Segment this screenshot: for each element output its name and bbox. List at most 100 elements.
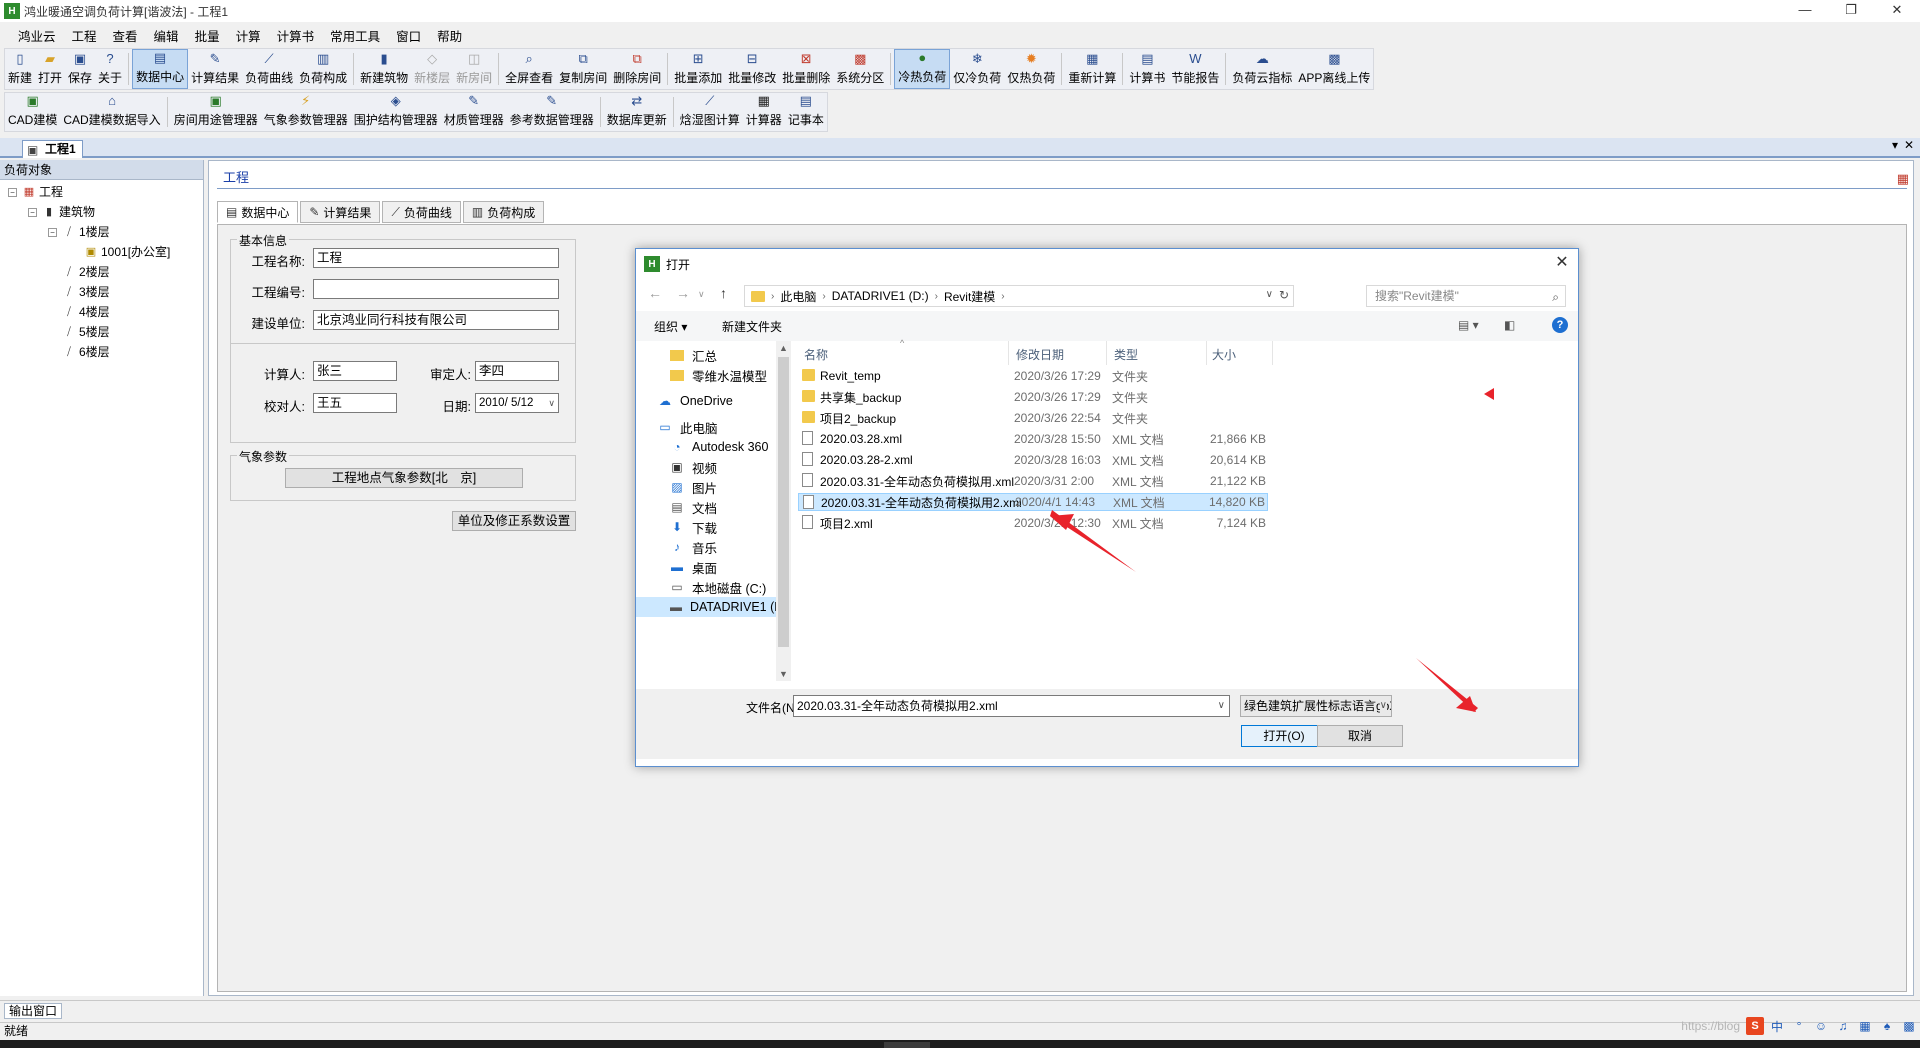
new-floor-button[interactable]: ◇ 新楼层 <box>411 49 453 89</box>
column-divider[interactable] <box>1008 341 1009 365</box>
ime-language-indicator[interactable]: 中 <box>1768 1017 1786 1035</box>
tree-item-room-1001[interactable]: ▣ 1001[办公室] <box>84 243 171 261</box>
back-arrow-icon[interactable]: ← <box>648 285 662 301</box>
new-room-button[interactable]: ◫ 新房间 <box>453 49 495 89</box>
file-type-select[interactable]: 绿色建筑扩展性标志语言gbXML ∨ <box>1240 695 1392 717</box>
file-row-selected[interactable]: 2020.03.31-全年动态负荷模拟用2.xml 2020/4/1 14:43 X… <box>798 493 1268 511</box>
cool-heat-load-button[interactable]: ● 冷热负荷 <box>894 49 951 89</box>
file-row[interactable]: 2020.03.28-2.xml 2020/3/28 16:03 XML 文档 20,… <box>798 451 1268 469</box>
fullscreen-button[interactable]: ⌕ 全屏查看 <box>502 49 556 89</box>
tree-item-floor-3[interactable]: ⧸ 3楼层 <box>62 283 110 301</box>
nav-item-autodesk[interactable]: ◔ Autodesk 360 <box>670 437 768 457</box>
punctuation-icon[interactable]: ° <box>1790 1017 1808 1035</box>
reference-data-button[interactable]: ✎ 参考数据管理器 <box>507 93 597 131</box>
date-picker[interactable]: 2010/ 5/12 ∨ <box>475 393 559 413</box>
keyboard-icon[interactable]: ▦ <box>1856 1017 1874 1035</box>
load-composition-button[interactable]: ▥ 负荷构成 <box>296 49 350 89</box>
file-row[interactable]: 项目2_backup 2020/3/26 22:54 文件夹 <box>798 409 1268 427</box>
db-update-button[interactable]: ⇄ 数据库更新 <box>604 93 670 131</box>
breadcrumb-folder[interactable]: Revit建模 <box>938 288 1001 305</box>
breadcrumb-this-pc[interactable]: 此电脑 <box>774 288 822 305</box>
tree-item-floor-5[interactable]: ⧸ 5楼层 <box>62 323 110 341</box>
builder-field[interactable]: 北京鸿业同行科技有限公司 <box>313 310 559 330</box>
project-name-field[interactable]: 工程 <box>313 248 559 268</box>
emoji-icon[interactable]: ☺ <box>1812 1017 1830 1035</box>
address-bar[interactable]: › 此电脑 › DATADRIVE1 (D:) › Revit建模 › ∨ ↻ <box>744 285 1294 307</box>
nav-item-documents[interactable]: ▤ 文档 <box>670 497 717 517</box>
menu-report[interactable]: 计算书 <box>269 26 323 45</box>
menu-view[interactable]: 查看 <box>105 26 146 45</box>
file-row[interactable]: Revit_temp 2020/3/26 17:29 文件夹 <box>798 367 1268 385</box>
project-grid-icon[interactable]: ▦ <box>1897 171 1909 187</box>
unit-correction-button[interactable]: 单位及修正系数设置 <box>452 511 576 531</box>
file-name-input[interactable]: 2020.03.31-全年动态负荷模拟用2.xml ∨ <box>793 695 1230 717</box>
restore-button[interactable]: ❐ <box>1828 0 1874 22</box>
nav-item-pictures[interactable]: ▨ 图片 <box>670 477 717 497</box>
taskbar-active-item[interactable] <box>884 1042 930 1048</box>
batch-add-button[interactable]: ⊞ 批量添加 <box>671 49 725 89</box>
weather-param-button[interactable]: 工程地点气象参数[北 京] <box>285 468 523 488</box>
column-name[interactable]: 名称 <box>804 346 828 363</box>
nav-item-this-pc[interactable]: ▭ 此电脑 <box>658 417 717 437</box>
tree-collapse-icon[interactable]: − <box>48 228 57 237</box>
calc-book-button[interactable]: ▤ 计算书 <box>1126 49 1168 89</box>
recent-chevron-icon[interactable]: ∨ <box>698 289 705 300</box>
energy-report-button[interactable]: W 节能报告 <box>1168 49 1222 89</box>
tree-collapse-icon[interactable]: − <box>28 208 37 217</box>
tab-load-composition[interactable]: ▥ 负荷构成 <box>462 201 545 223</box>
about-button[interactable]: ? 关于 <box>95 49 125 89</box>
checker-field[interactable]: 王五 <box>313 393 397 413</box>
view-options-icon[interactable]: ▤ ▾ <box>1458 318 1479 332</box>
file-row[interactable]: 项目2.xml 2020/3/21 12:30 XML 文档 7,124 KB <box>798 514 1268 532</box>
batch-delete-button[interactable]: ⊠ 批量删除 <box>779 49 833 89</box>
open-button[interactable]: ▰ 打开 <box>35 49 65 89</box>
scroll-up-icon[interactable]: ▲ <box>776 343 791 353</box>
open-button[interactable]: 打开(O) <box>1241 725 1327 747</box>
room-usage-button[interactable]: ▣ 房间用途管理器 <box>171 93 261 131</box>
chevron-down-icon[interactable]: ∨ <box>1266 289 1273 300</box>
notepad-button[interactable]: ▤ 记事本 <box>785 93 827 131</box>
tab-load-curve[interactable]: ⟋ 负荷曲线 <box>382 201 461 223</box>
menu-help[interactable]: 帮助 <box>429 26 470 45</box>
calculator-field[interactable]: 张三 <box>313 361 397 381</box>
tab-data-center[interactable]: ▤ 数据中心 <box>217 201 299 223</box>
save-button[interactable]: ▣ 保存 <box>65 49 95 89</box>
menu-cloud[interactable]: 鸿业云 <box>10 26 64 45</box>
tree-item-floor-4[interactable]: ⧸ 4楼层 <box>62 303 110 321</box>
weather-param-button[interactable]: ⚡ 气象参数管理器 <box>261 93 351 131</box>
nav-item-disk-d[interactable]: ▬DATADRIVE1 (D:) <box>636 597 776 617</box>
nav-item-disk-c[interactable]: ▭ 本地磁盘 (C:) <box>670 577 766 597</box>
delete-room-button[interactable]: ⧉ 删除房间 <box>610 49 664 89</box>
file-row[interactable]: 共享集_backup 2020/3/26 17:29 文件夹 <box>798 388 1268 406</box>
close-button[interactable]: ✕ <box>1874 0 1920 22</box>
forward-arrow-icon[interactable]: → <box>676 285 690 301</box>
organize-button[interactable]: 组织 ▾ <box>654 318 687 335</box>
menu-tools[interactable]: 常用工具 <box>322 26 388 45</box>
column-divider[interactable] <box>1272 341 1273 365</box>
help-icon[interactable]: ? <box>1552 317 1568 333</box>
cad-import-button[interactable]: ⌂ CAD建模数据导入 <box>60 93 163 131</box>
nav-item-downloads[interactable]: ⬇ 下载 <box>670 517 717 537</box>
menu-project[interactable]: 工程 <box>64 26 105 45</box>
new-building-button[interactable]: ▮ 新建筑物 <box>357 49 411 89</box>
tree-item-floor-2[interactable]: ⧸ 2楼层 <box>62 263 110 281</box>
project-no-field[interactable] <box>313 279 559 299</box>
shirt-icon[interactable]: ♠ <box>1878 1017 1896 1035</box>
calc-result-button[interactable]: ✎ 计算结果 <box>188 49 242 89</box>
tab-close-icon[interactable]: ✕ <box>1904 138 1914 152</box>
tab-calc-result[interactable]: ✎ 计算结果 <box>300 201 381 223</box>
data-center-button[interactable]: ▤ 数据中心 <box>132 49 189 89</box>
nav-item-music[interactable]: ♪ 音乐 <box>670 537 717 557</box>
toolbox-icon[interactable]: ▩ <box>1900 1017 1918 1035</box>
load-cloud-button[interactable]: ☁ 负荷云指标 <box>1229 49 1295 89</box>
menu-calc[interactable]: 计算 <box>228 26 269 45</box>
new-button[interactable]: ▯ 新建 <box>5 49 35 89</box>
menu-window[interactable]: 窗口 <box>388 26 429 45</box>
refresh-icon[interactable]: ↻ <box>1279 288 1289 302</box>
recalculate-button[interactable]: ▦ 重新计算 <box>1065 49 1119 89</box>
menu-edit[interactable]: 编辑 <box>146 26 187 45</box>
minimize-button[interactable]: — <box>1782 0 1828 22</box>
tree-item-project[interactable]: ▦ 工程 <box>22 183 63 201</box>
sogou-ime-icon[interactable]: S <box>1746 1017 1764 1035</box>
nav-item-desktop[interactable]: ▬ 桌面 <box>670 557 717 577</box>
